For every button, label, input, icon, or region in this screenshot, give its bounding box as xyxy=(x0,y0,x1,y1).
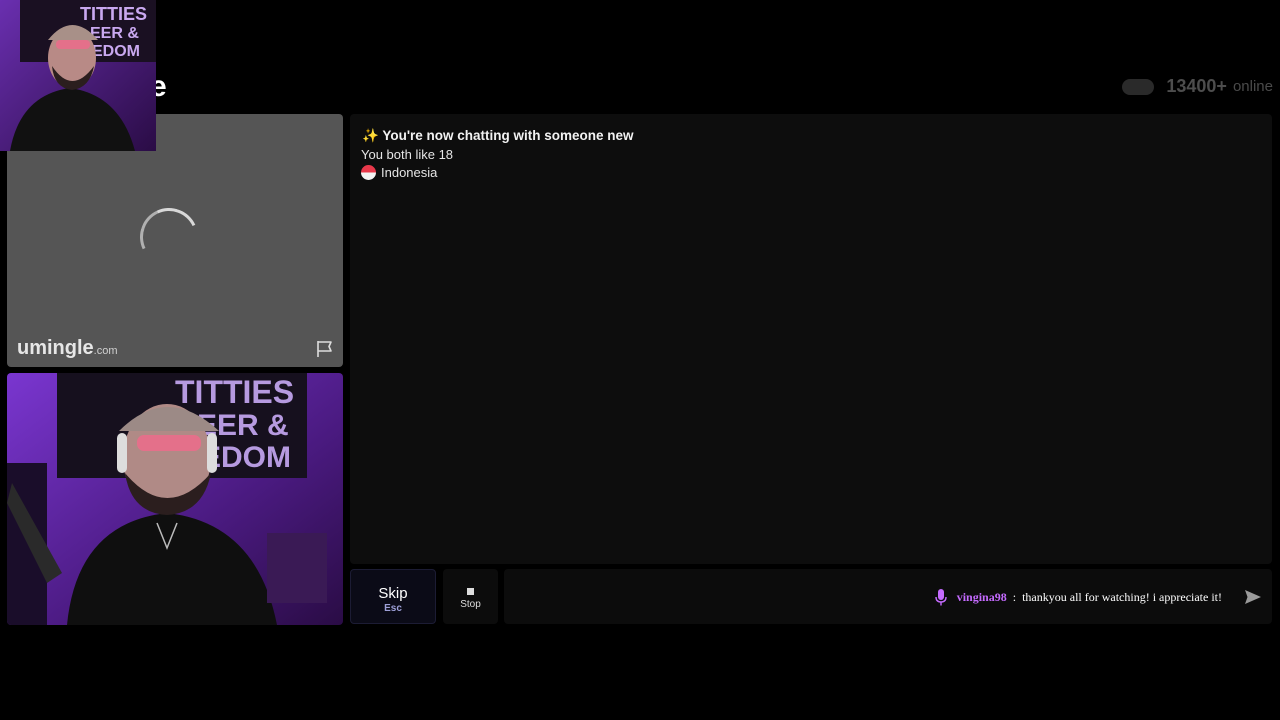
tts-overlay-message: vingina98 : thankyou all for watching! i… xyxy=(935,589,1222,606)
online-label: online xyxy=(1232,78,1273,95)
online-toggle[interactable] xyxy=(1122,78,1155,95)
brand-suffix: .com xyxy=(93,345,118,357)
send-icon[interactable] xyxy=(1244,589,1262,605)
message-input-bar[interactable]: vingina98 : thankyou all for watching! i… xyxy=(504,569,1272,624)
chat-title-text: You're now chatting with someone new xyxy=(382,128,634,143)
country-row: Indonesia xyxy=(361,165,437,180)
sparkles-icon: ✨ xyxy=(362,128,379,143)
message-username: vingina98 xyxy=(956,590,1007,604)
svg-text:TITTIES: TITTIES xyxy=(80,4,147,24)
skip-button[interactable]: Skip Esc xyxy=(350,569,436,624)
message-separator: : xyxy=(1012,590,1017,604)
stop-icon xyxy=(467,588,474,595)
chat-panel: ✨ You're now chatting with someone new Y… xyxy=(350,114,1272,564)
streamer-facecam: TITTIES EER & EDOM xyxy=(0,0,156,151)
svg-text:TITTIES: TITTIES xyxy=(175,374,294,410)
watermark-logo: umingle.com xyxy=(17,337,118,360)
indonesia-flag-icon xyxy=(361,165,376,180)
country-name: Indonesia xyxy=(381,165,438,180)
brand-name: umingle xyxy=(17,337,94,359)
system-message-title: ✨ You're now chatting with someone new xyxy=(362,128,634,144)
online-count: 13400+ xyxy=(1166,76,1227,96)
report-flag-icon[interactable] xyxy=(315,339,335,359)
app-root: e 13400+ online TITTIES EER & EDOM uming… xyxy=(0,0,1280,720)
online-indicator: 13400+ online xyxy=(1122,76,1273,97)
stop-button[interactable]: Stop xyxy=(443,569,498,624)
self-video: TITTIES EER & EDOM xyxy=(7,373,343,625)
message-text: thankyou all for watching! i appreciate … xyxy=(1022,590,1222,604)
shared-interest-text: You both like 18 xyxy=(361,147,454,162)
skip-label: Skip xyxy=(378,585,408,602)
svg-text:EDOM: EDOM xyxy=(92,43,140,60)
skip-shortcut: Esc xyxy=(384,603,402,614)
stop-label: Stop xyxy=(460,599,481,610)
microphone-icon xyxy=(935,589,947,606)
